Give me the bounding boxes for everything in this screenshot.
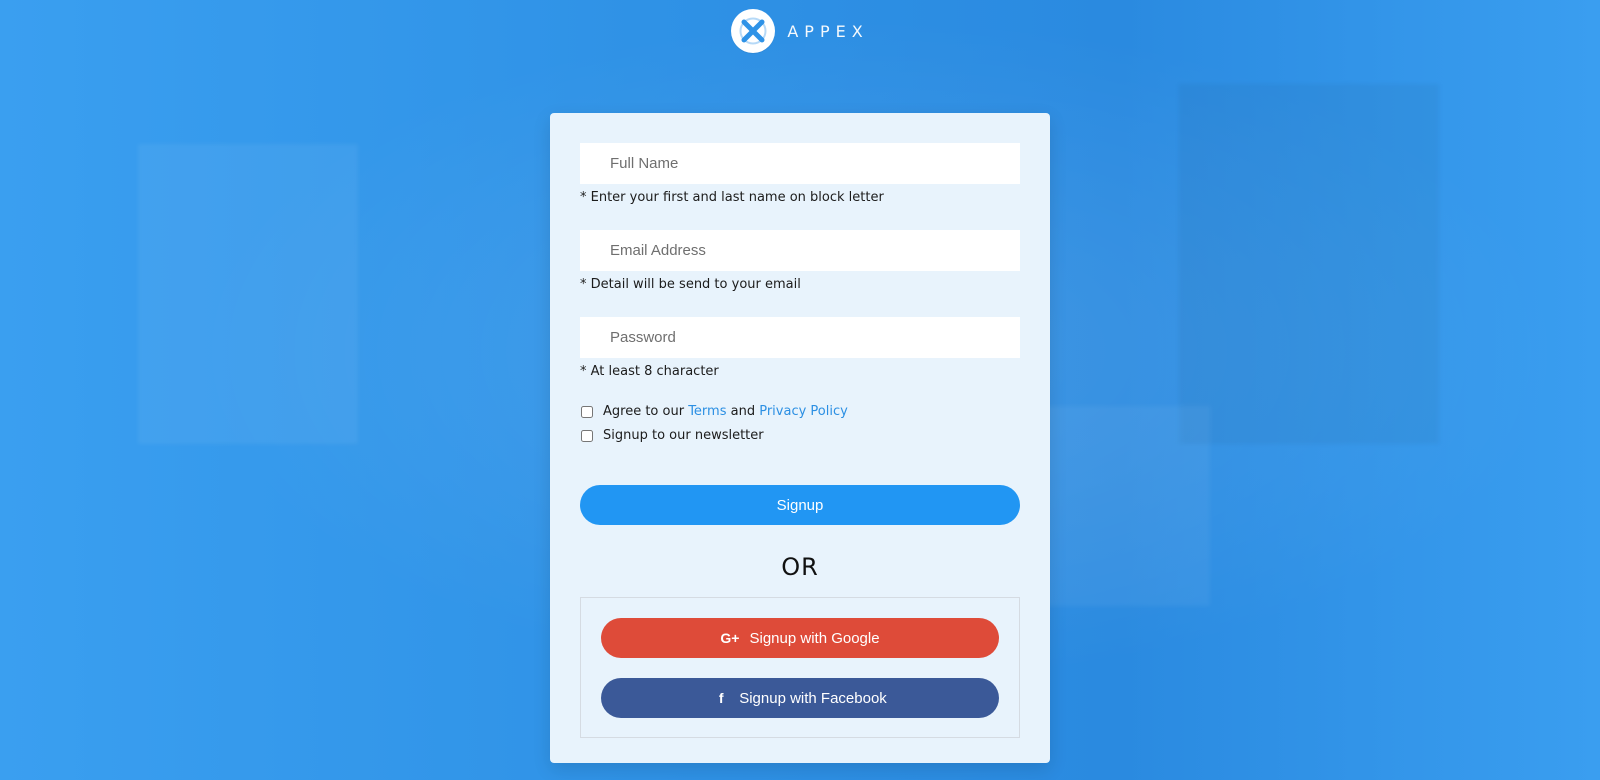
signup-card: * Enter your first and last name on bloc… bbox=[550, 113, 1050, 763]
agree-row: Agree to our Terms and Privacy Policy bbox=[580, 404, 1020, 419]
google-signup-label: Signup with Google bbox=[749, 629, 880, 647]
facebook-signup-label: Signup with Facebook bbox=[739, 689, 887, 707]
brand-name: APPEX bbox=[787, 21, 869, 41]
email-input[interactable] bbox=[580, 230, 1020, 271]
agree-checkbox[interactable] bbox=[581, 405, 593, 418]
terms-link[interactable]: Terms bbox=[688, 404, 726, 419]
or-divider: OR bbox=[781, 553, 819, 581]
facebook-icon: f bbox=[718, 690, 724, 706]
appex-logo-icon bbox=[731, 9, 776, 53]
password-group: * At least 8 character bbox=[580, 317, 1020, 379]
signup-button[interactable]: Signup bbox=[580, 485, 1020, 525]
social-signup-box: G+ Signup with Google f Signup with Face… bbox=[580, 597, 1020, 738]
header: APPEX bbox=[0, 9, 1600, 53]
email-hint: * Detail will be send to your email bbox=[580, 277, 801, 292]
password-hint: * At least 8 character bbox=[580, 364, 719, 379]
google-signup-button[interactable]: G+ Signup with Google bbox=[601, 618, 999, 658]
facebook-signup-button[interactable]: f Signup with Facebook bbox=[601, 678, 999, 718]
full-name-group: * Enter your first and last name on bloc… bbox=[580, 143, 1020, 205]
google-plus-icon: G+ bbox=[720, 630, 740, 646]
newsletter-checkbox[interactable] bbox=[581, 429, 593, 442]
agree-prefix: Agree to our bbox=[603, 404, 689, 419]
newsletter-label: Signup to our newsletter bbox=[603, 428, 764, 443]
newsletter-row: Signup to our newsletter bbox=[580, 428, 1020, 443]
full-name-hint: * Enter your first and last name on bloc… bbox=[580, 190, 884, 205]
checkbox-group: Agree to our Terms and Privacy Policy Si… bbox=[580, 404, 1020, 443]
privacy-policy-link[interactable]: Privacy Policy bbox=[759, 404, 848, 419]
agree-label: Agree to our Terms and Privacy Policy bbox=[603, 404, 848, 419]
password-input[interactable] bbox=[580, 317, 1020, 358]
agree-middle: and bbox=[726, 404, 760, 419]
email-group: * Detail will be send to your email bbox=[580, 230, 1020, 292]
full-name-input[interactable] bbox=[580, 143, 1020, 184]
